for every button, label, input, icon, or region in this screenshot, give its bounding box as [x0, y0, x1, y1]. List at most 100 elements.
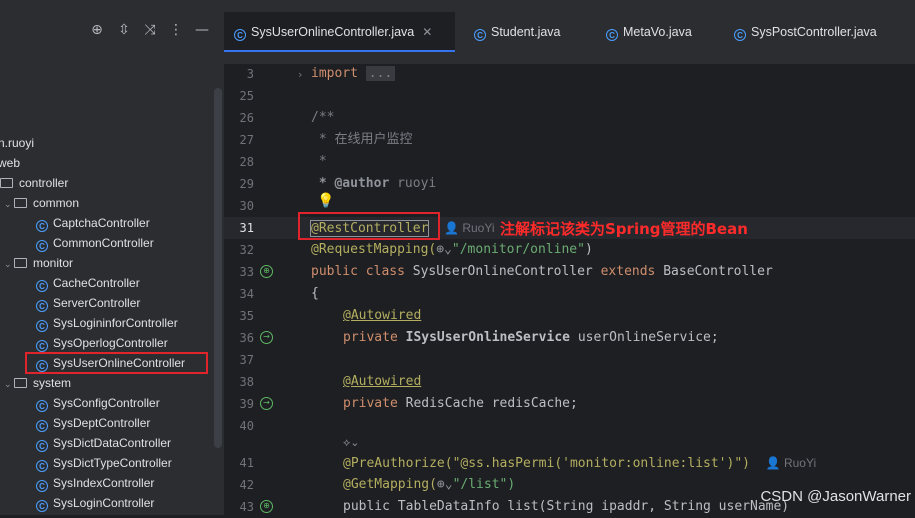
code-line-autowired[interactable]: @Autowired: [343, 371, 421, 393]
class-icon: C: [734, 29, 746, 41]
target-icon[interactable]: ⊕: [87, 20, 107, 40]
tree-class-item[interactable]: C SysDictTypeController: [36, 453, 172, 473]
code-line-comment[interactable]: *: [311, 151, 327, 173]
tree-class-item[interactable]: C SysDeptController: [36, 413, 150, 433]
project-toolbar: ⊕ ⇳ ⤨ ⋮ —: [0, 0, 224, 64]
tree-folder-controller[interactable]: controller: [0, 173, 68, 193]
close-icon[interactable]: ✕: [422, 25, 432, 39]
collapse-all-icon[interactable]: ⤨: [140, 20, 160, 40]
line-number: 29: [239, 177, 254, 191]
class-icon: C: [234, 29, 246, 41]
line-number: 40: [239, 419, 254, 433]
class-icon: C: [474, 29, 486, 41]
class-icon: C: [36, 460, 48, 472]
class-icon: C: [36, 340, 48, 352]
class-icon: C: [606, 29, 618, 41]
globe-icon[interactable]: ⊕⌄: [437, 477, 453, 492]
bean-gutter-icon[interactable]: →: [260, 397, 273, 410]
tree-class-item[interactable]: C SysIndexController: [36, 473, 154, 493]
code-line-import[interactable]: import ...: [311, 63, 396, 85]
tree-class-item[interactable]: C SysOperlogController: [36, 333, 168, 353]
annotation-highlight-box: [298, 212, 440, 240]
line-number: 26: [239, 111, 254, 125]
line-number: 33: [239, 265, 254, 279]
tab-metavo[interactable]: C MetaVo.java: [596, 12, 692, 52]
line-number: 39: [239, 397, 254, 411]
tree-class-item[interactable]: C CacheController: [36, 273, 140, 293]
code-line-comment-author[interactable]: * @author ruoyi: [311, 173, 436, 195]
class-icon: C: [36, 280, 48, 292]
chevron-down-icon[interactable]: ⌄: [4, 374, 14, 394]
globe-icon[interactable]: ⊕⌄: [436, 242, 452, 257]
code-line-comment[interactable]: /**: [311, 107, 334, 129]
code-line-autowired[interactable]: @Autowired: [343, 305, 421, 327]
class-icon: C: [36, 420, 48, 432]
tab-sysuseronlinecontroller[interactable]: C SysUserOnlineController.java ✕: [224, 12, 455, 52]
class-icon: C: [36, 440, 48, 452]
line-number: 32: [239, 243, 254, 257]
line-number-current: 31: [239, 221, 254, 235]
line-number: 38: [239, 375, 254, 389]
minimize-icon[interactable]: —: [192, 20, 212, 40]
folder-icon: [14, 258, 27, 268]
class-icon: C: [36, 400, 48, 412]
tree-class-item[interactable]: C CommonController: [36, 233, 154, 253]
line-number: 36: [239, 331, 254, 345]
tree-folder-system[interactable]: ⌄ system: [4, 373, 71, 393]
code-line-getmapping[interactable]: @GetMapping(⊕⌄"/list"): [343, 474, 515, 496]
tree-item[interactable]: web: [0, 153, 20, 173]
class-icon: C: [36, 300, 48, 312]
fold-chevron-icon[interactable]: ›: [298, 68, 302, 81]
annotation-note: 注解标记该类为Spring管理的Bean: [500, 220, 748, 238]
code-line-class-decl[interactable]: public class SysUserOnlineController ext…: [311, 261, 773, 283]
tree-folder-common[interactable]: ⌄ common: [4, 193, 79, 213]
editor-tabs: C SysUserOnlineController.java ✕ C Student.…: [224, 0, 915, 64]
chevron-down-icon[interactable]: ⌄: [4, 194, 14, 214]
highlight-box: [25, 352, 208, 374]
code-line-brace[interactable]: {: [311, 283, 319, 305]
line-number: 42: [239, 478, 254, 492]
tree-class-item[interactable]: C CaptchaController: [36, 213, 150, 233]
tree-item[interactable]: n.ruoyi: [0, 133, 34, 153]
project-panel: ⊕ ⇳ ⤨ ⋮ — n.ruoyi web controller ⌄ common…: [0, 0, 225, 515]
line-number: 30: [239, 199, 254, 213]
line-number: 34: [239, 287, 254, 301]
tree-folder-monitor[interactable]: ⌄ monitor: [4, 253, 73, 273]
tree-class-item[interactable]: C SysConfigController: [36, 393, 160, 413]
line-number: 27: [239, 133, 254, 147]
watermark: CSDN @JasonWarner: [760, 488, 911, 505]
tab-student[interactable]: C Student.java: [464, 12, 561, 52]
tree-scrollbar[interactable]: [214, 88, 222, 448]
author-inlay[interactable]: 👤 RuoYi: [444, 221, 495, 235]
tree-class-item[interactable]: C SysLoginController: [36, 493, 154, 513]
class-icon: C: [36, 320, 48, 332]
more-options-icon[interactable]: ⋮: [166, 20, 186, 40]
class-icon: C: [36, 480, 48, 492]
line-number: 3: [246, 67, 254, 81]
code-line-field[interactable]: private RedisCache redisCache;: [343, 393, 578, 415]
tab-syspostcontroller[interactable]: C SysPostController.java: [724, 12, 877, 52]
folder-icon: [0, 178, 13, 188]
code-line-preauthorize[interactable]: @PreAuthorize("@ss.hasPermi('monitor:onl…: [343, 452, 816, 474]
bean-gutter-icon[interactable]: ⊕: [260, 265, 273, 278]
lightbulb-icon[interactable]: 💡: [317, 193, 334, 209]
code-line-field[interactable]: private ISysUserOnlineService userOnline…: [343, 327, 719, 349]
expand-collapse-icon[interactable]: ⇳: [114, 20, 134, 40]
tree-class-item[interactable]: C SysLogininforController: [36, 313, 178, 333]
tree-class-item[interactable]: C SysDictDataController: [36, 433, 171, 453]
folded-region[interactable]: ...: [365, 66, 396, 81]
class-icon: C: [36, 240, 48, 252]
tree-class-item[interactable]: C ServerController: [36, 293, 140, 313]
bean-gutter-icon[interactable]: ⊕: [260, 500, 273, 513]
folder-icon: [14, 378, 27, 388]
ai-assist-icon[interactable]: ⟡⌄: [343, 436, 360, 450]
chevron-down-icon[interactable]: ⌄: [4, 254, 14, 274]
code-line-requestmapping[interactable]: @RequestMapping(⊕⌄"/monitor/online"): [311, 239, 593, 261]
bean-gutter-icon[interactable]: →: [260, 331, 273, 344]
line-number: 25: [239, 89, 254, 103]
line-number: 28: [239, 155, 254, 169]
line-number: 37: [239, 353, 254, 367]
class-icon: C: [36, 220, 48, 232]
author-inlay[interactable]: 👤 RuoYi: [766, 456, 817, 470]
code-line-comment[interactable]: * 在线用户监控: [311, 129, 413, 151]
